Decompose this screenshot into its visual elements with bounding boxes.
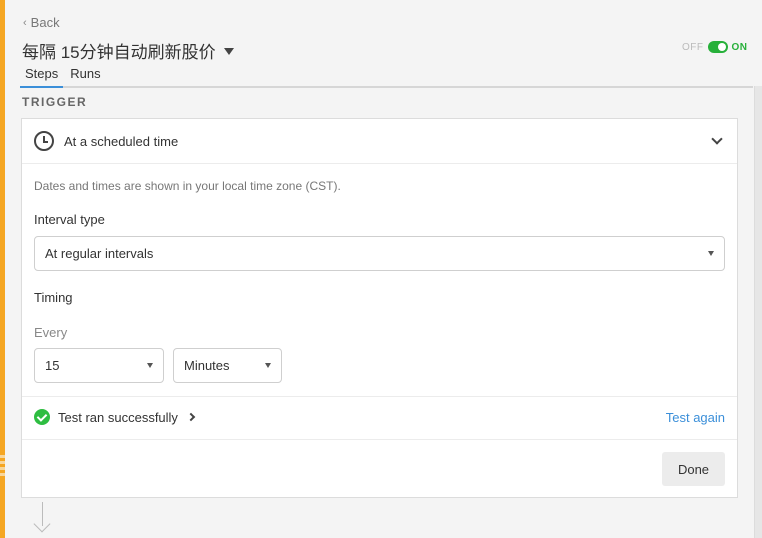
success-check-icon xyxy=(34,409,50,425)
test-again-link[interactable]: Test again xyxy=(666,410,725,425)
page-title: 每隔 15分钟自动刷新股价 xyxy=(22,43,216,62)
chevron-down-icon[interactable] xyxy=(711,133,723,145)
title-row: 每隔 15分钟自动刷新股价 xyxy=(22,38,234,63)
test-status-row[interactable]: Test ran successfully xyxy=(34,409,196,425)
dropdown-arrow-icon xyxy=(265,363,271,368)
timezone-note: Dates and times are shown in your local … xyxy=(34,179,341,193)
tab-steps[interactable]: Steps xyxy=(20,66,64,88)
chevron-right-icon xyxy=(186,412,196,422)
divider xyxy=(22,396,737,397)
trigger-card: At a scheduled time Dates and times are … xyxy=(21,118,738,498)
interval-type-select[interactable]: At regular intervals xyxy=(34,236,725,271)
scrollbar[interactable] xyxy=(754,86,762,538)
back-link[interactable]: ‹ Back xyxy=(23,15,60,30)
tab-runs[interactable]: Runs xyxy=(65,66,105,88)
interval-type-label: Interval type xyxy=(34,212,105,227)
tab-bar: Steps Runs xyxy=(20,66,753,88)
test-status-text: Test ran successfully xyxy=(58,409,178,425)
left-accent-handle xyxy=(0,452,5,476)
toggle-on-label: ON xyxy=(731,41,748,53)
interval-unit-value: Minutes xyxy=(184,358,230,373)
back-label: Back xyxy=(30,15,60,30)
toggle-knob xyxy=(717,43,726,51)
trigger-card-header[interactable]: At a scheduled time xyxy=(22,119,737,164)
dropdown-arrow-icon xyxy=(147,363,153,368)
toggle-switch[interactable] xyxy=(707,41,728,53)
arrow-down-icon xyxy=(42,502,43,526)
done-button[interactable]: Done xyxy=(662,452,725,486)
timing-label: Timing xyxy=(34,290,73,305)
dropdown-arrow-icon xyxy=(708,251,714,256)
title-dropdown-icon[interactable] xyxy=(223,48,234,55)
toggle-off-label: OFF xyxy=(682,41,704,53)
interval-count-value: 15 xyxy=(45,358,60,373)
clock-icon xyxy=(34,131,54,151)
trigger-type-label: At a scheduled time xyxy=(64,133,179,149)
interval-unit-select[interactable]: Minutes xyxy=(173,348,282,383)
on-off-toggle[interactable]: OFF ON xyxy=(682,41,748,53)
left-accent-bar xyxy=(0,0,5,538)
trigger-section-label: TRIGGER xyxy=(22,95,88,109)
interval-count-select[interactable]: 15 xyxy=(34,348,164,383)
every-label: Every xyxy=(34,325,68,340)
divider xyxy=(22,439,737,440)
interval-type-value: At regular intervals xyxy=(45,246,154,261)
chevron-left-icon: ‹ xyxy=(23,16,27,29)
